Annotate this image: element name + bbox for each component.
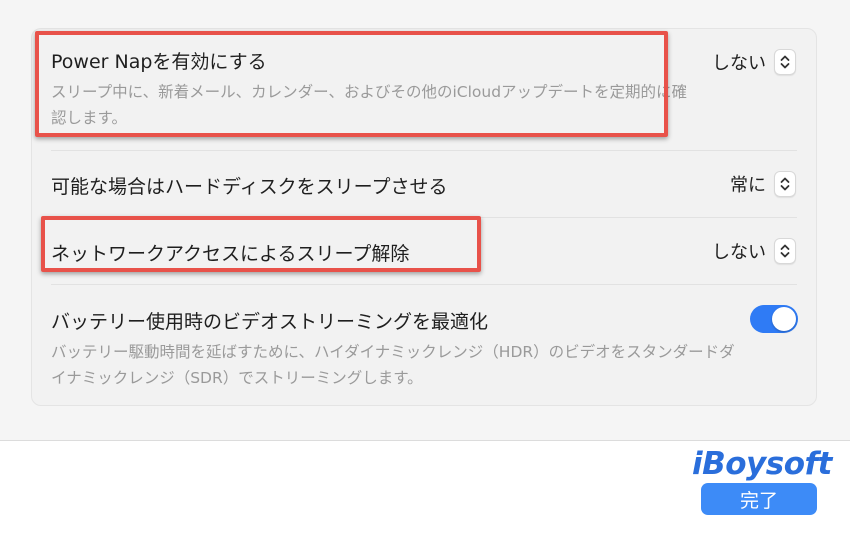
- hard-disk-sleep-row: 可能な場合はハードディスクをスリープさせる 常に: [32, 151, 816, 217]
- chevron-up-down-icon: [774, 238, 796, 264]
- power-nap-title: Power Napを有効にする: [51, 51, 267, 73]
- footer-divider: [0, 440, 850, 441]
- iboysoft-watermark: iBoysoft: [692, 446, 832, 482]
- chevron-up-down-icon: [774, 171, 796, 197]
- settings-group: Power Napを有効にする スリープ中に、新着メール、カレンダー、およびその…: [31, 28, 817, 406]
- battery-video-description: バッテリー駆動時間を延ばすために、ハイダイナミックレンジ（HDR）のビデオをスタ…: [51, 343, 735, 387]
- battery-video-title: バッテリー使用時のビデオストリーミングを最適化: [51, 311, 489, 333]
- power-nap-value: しない: [712, 53, 766, 74]
- done-button[interactable]: 完了: [701, 483, 817, 515]
- network-wake-row: ネットワークアクセスによるスリープ解除 しない: [32, 218, 816, 284]
- hard-disk-sleep-value: 常に: [730, 175, 766, 196]
- battery-video-row: バッテリー使用時のビデオストリーミングを最適化 バッテリー駆動時間を延ばすために…: [32, 285, 816, 405]
- network-wake-popup[interactable]: しない: [712, 236, 796, 266]
- power-nap-popup[interactable]: しない: [712, 47, 796, 77]
- power-nap-description: スリープ中に、新着メール、カレンダー、およびその他のiCloudアップデートを定…: [51, 83, 688, 127]
- toggle-knob: [772, 307, 796, 331]
- hard-disk-sleep-title: 可能な場合はハードディスクをスリープさせる: [51, 176, 448, 198]
- hard-disk-sleep-popup[interactable]: 常に: [730, 169, 796, 199]
- network-wake-value: しない: [712, 242, 766, 263]
- network-wake-title: ネットワークアクセスによるスリープ解除: [51, 243, 410, 265]
- chevron-up-down-icon: [774, 49, 796, 75]
- battery-video-toggle[interactable]: [750, 305, 798, 333]
- power-nap-row: Power Napを有効にする スリープ中に、新着メール、カレンダー、およびその…: [32, 29, 816, 142]
